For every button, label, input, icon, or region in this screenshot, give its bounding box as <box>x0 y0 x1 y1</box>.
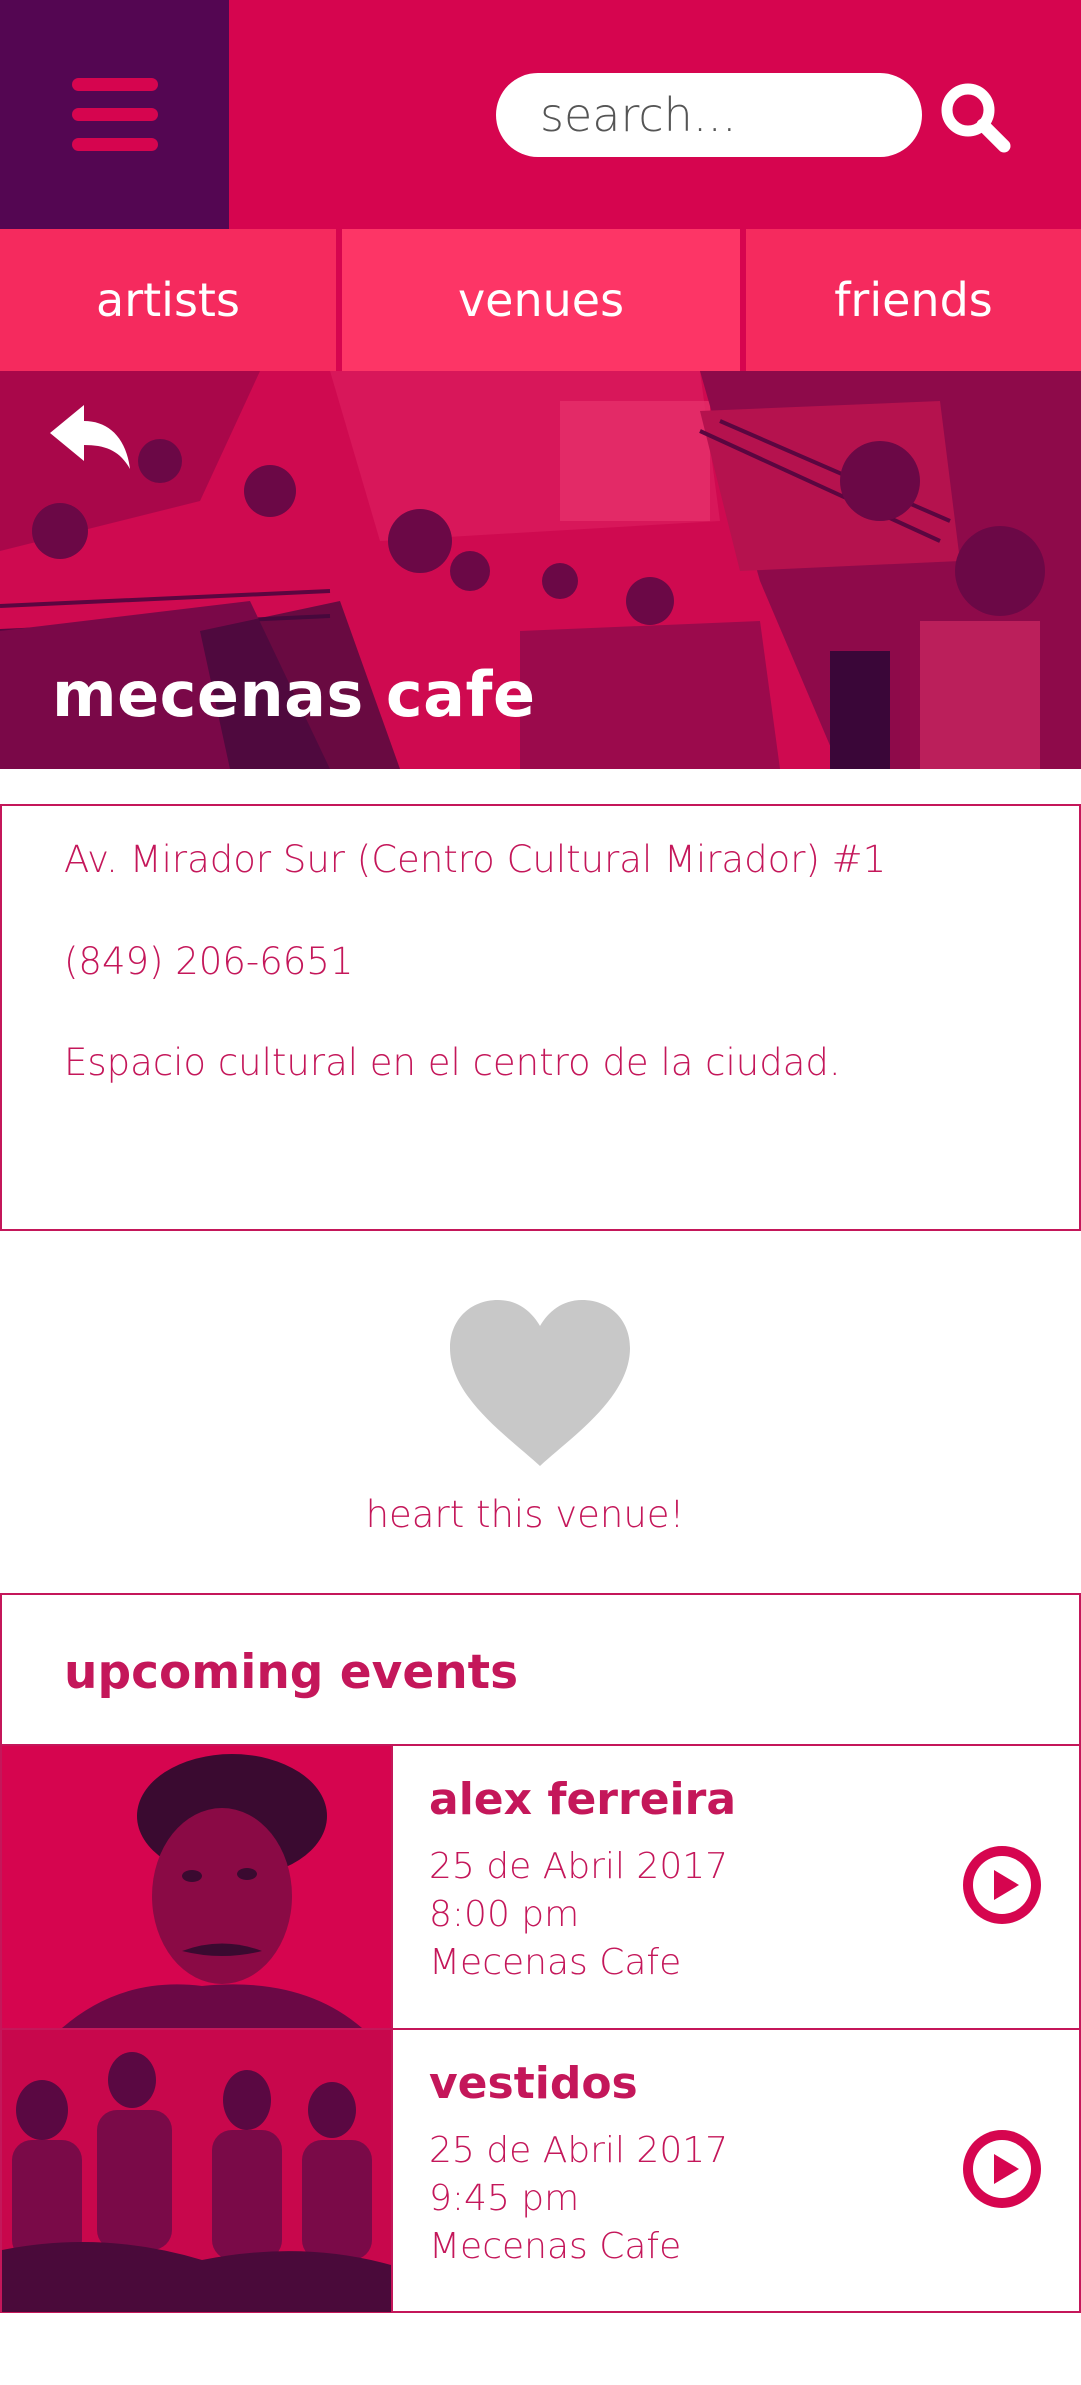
menu-panel <box>0 0 229 229</box>
venue-hero-banner: mecenas cafe <box>0 371 1081 769</box>
artist-photo <box>2 2030 391 2312</box>
app-header <box>0 0 1081 229</box>
search-icon[interactable] <box>938 80 1012 154</box>
event-venue: Mecenas Cafe <box>429 1942 682 1983</box>
heart-icon[interactable] <box>450 1300 630 1466</box>
venue-address: Av. Mirador Sur (Centro Cultural Mirador… <box>64 838 887 881</box>
event-time: 8:00 pm <box>429 1894 580 1935</box>
hamburger-menu-icon[interactable] <box>72 78 158 152</box>
event-details: alex ferreira 25 de Abril 2017 8:00 pm M… <box>391 1746 1079 2028</box>
artist-photo <box>2 1746 391 2028</box>
event-date: 25 de Abril 2017 <box>429 2130 729 2171</box>
event-time: 9:45 pm <box>429 2178 580 2219</box>
venue-info-box: Av. Mirador Sur (Centro Cultural Mirador… <box>0 804 1081 1231</box>
event-row[interactable]: alex ferreira 25 de Abril 2017 8:00 pm M… <box>2 1744 1079 2028</box>
event-artist-name: vestidos <box>429 2058 638 2109</box>
search-input[interactable] <box>496 73 922 157</box>
tab-artists[interactable]: artists <box>0 229 336 371</box>
play-icon[interactable] <box>963 1846 1041 1924</box>
upcoming-events-section: upcoming events alex ferreira 25 de Abri… <box>0 1593 1081 2313</box>
tab-venues[interactable]: venues <box>342 229 740 371</box>
play-icon[interactable] <box>963 2130 1041 2208</box>
event-date: 25 de Abril 2017 <box>429 1846 729 1887</box>
event-details: vestidos 25 de Abril 2017 9:45 pm Mecena… <box>391 2030 1079 2312</box>
venue-title: mecenas cafe <box>52 658 536 731</box>
venue-description: Espacio cultural en el centro de la ciud… <box>64 1041 841 1084</box>
tab-friends[interactable]: friends <box>746 229 1081 371</box>
event-artist-name: alex ferreira <box>429 1774 737 1825</box>
venue-phone[interactable]: (849) 206-6651 <box>64 940 353 983</box>
heart-venue-label[interactable]: heart this venue! <box>0 1493 1050 1536</box>
section-title: upcoming events <box>64 1645 519 1700</box>
back-arrow-icon[interactable] <box>46 403 132 473</box>
nav-tabs: artists venues friends <box>0 229 1081 371</box>
event-venue: Mecenas Cafe <box>429 2226 682 2267</box>
event-row[interactable]: vestidos 25 de Abril 2017 9:45 pm Mecena… <box>2 2028 1079 2312</box>
